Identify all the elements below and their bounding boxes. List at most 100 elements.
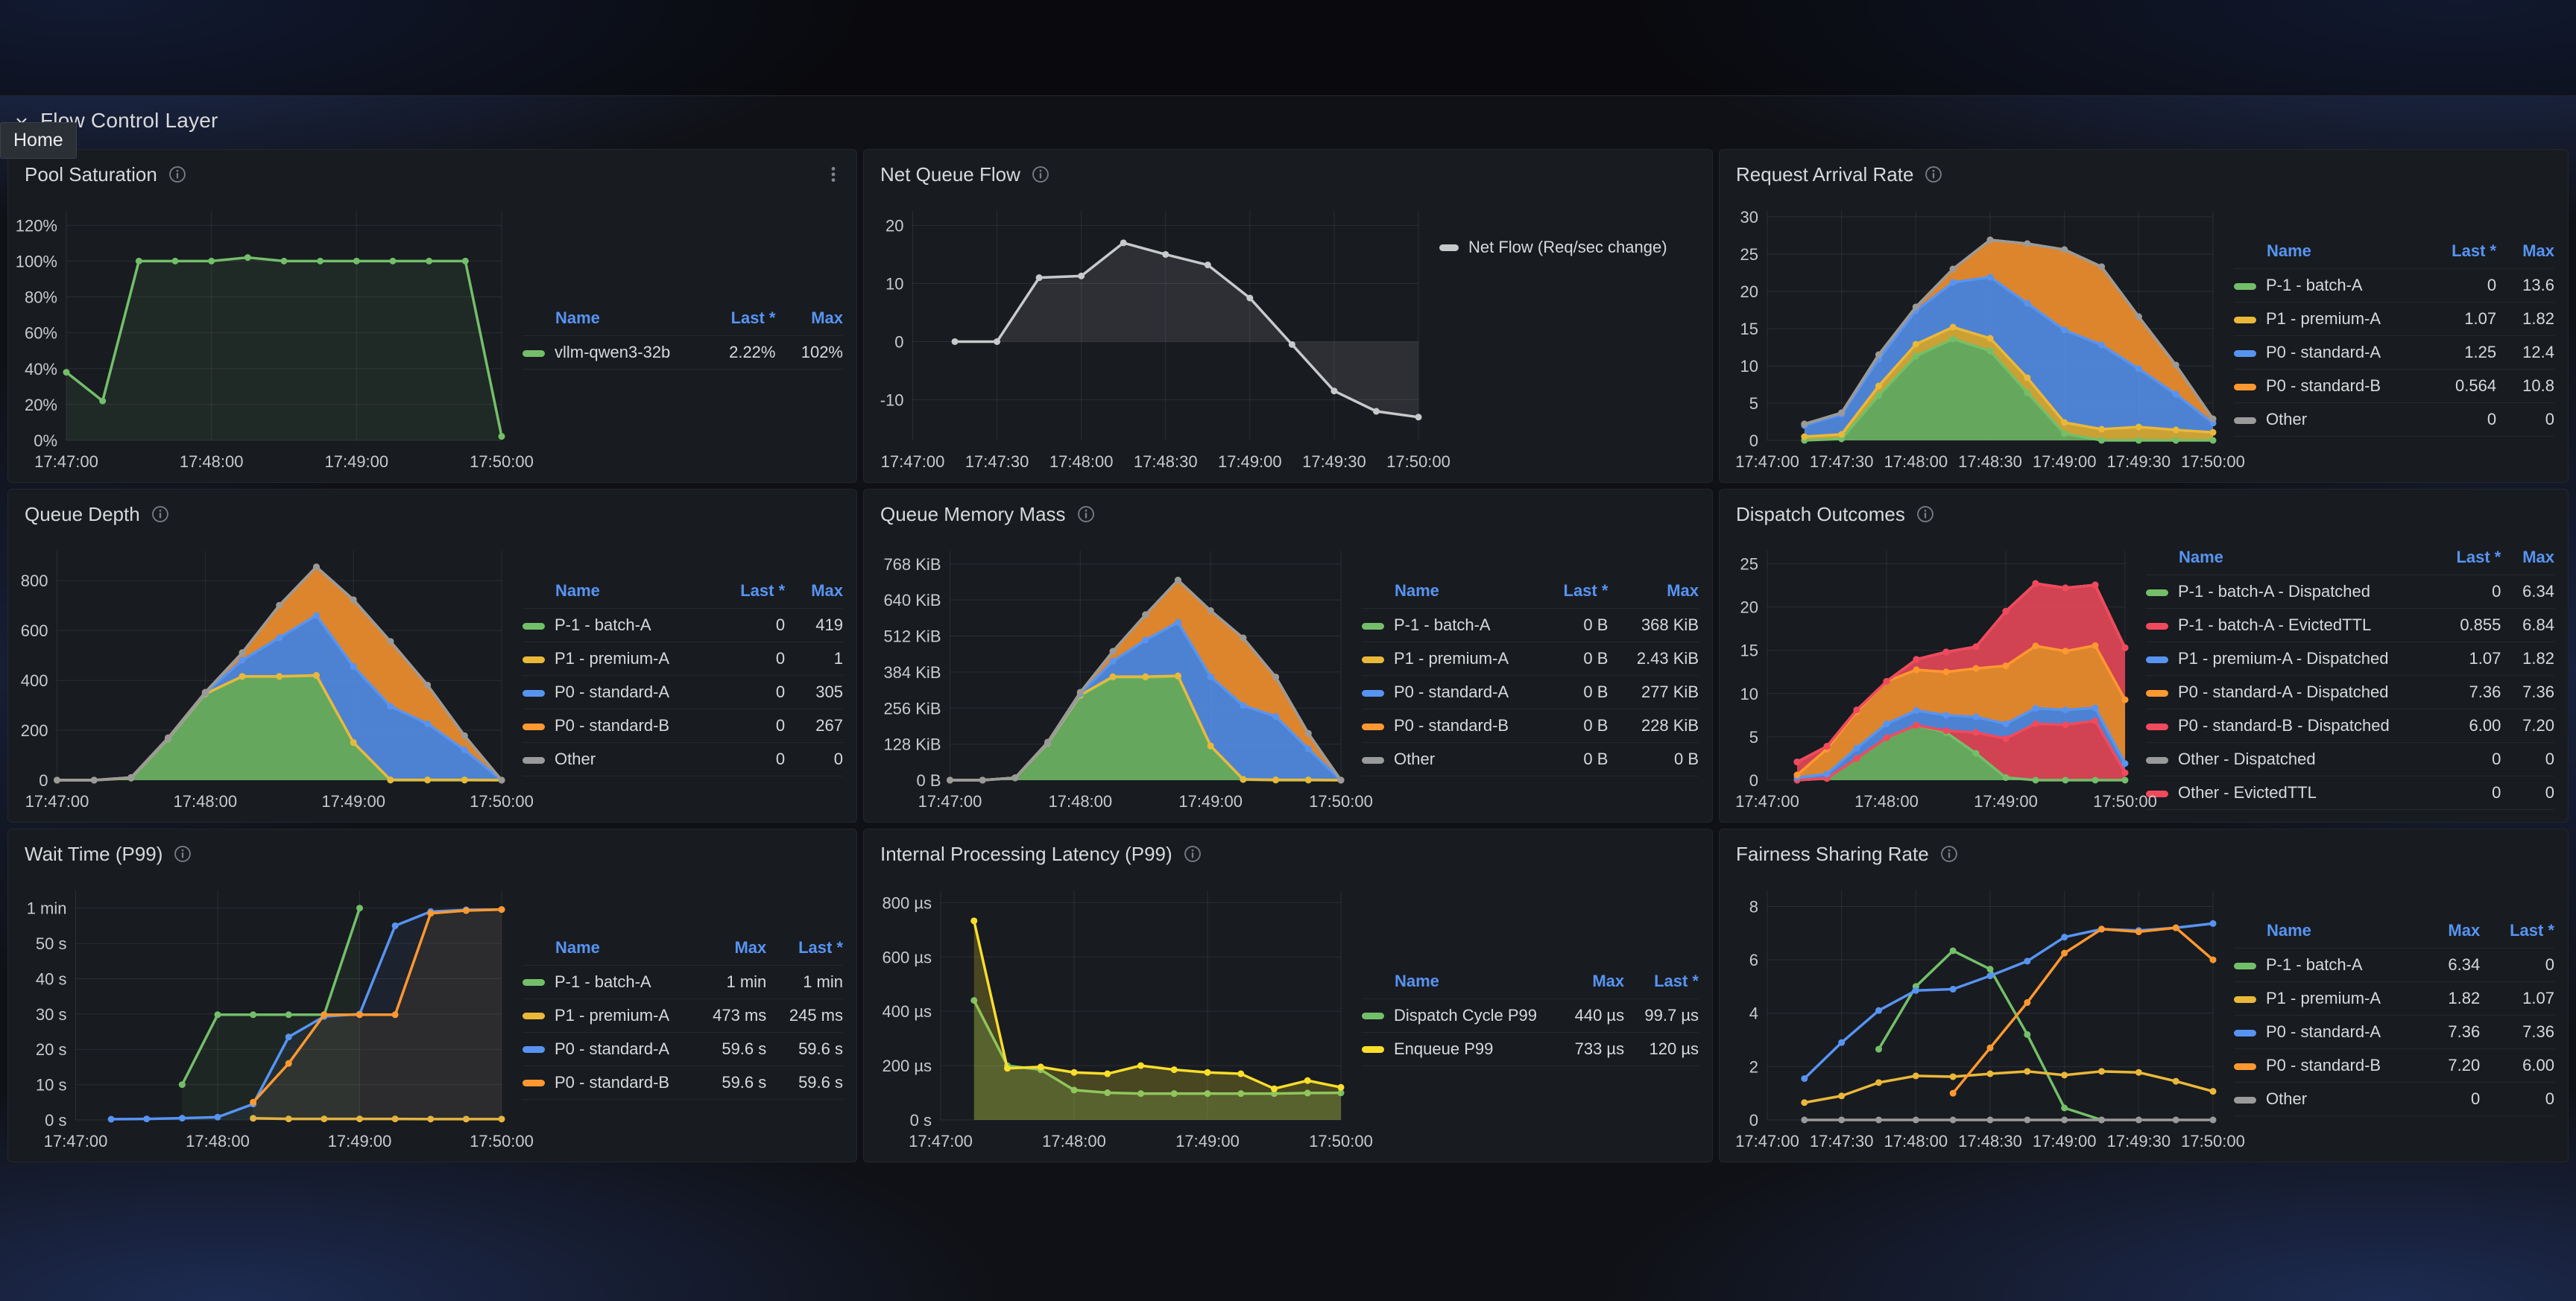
legend-row[interactable]: P0 - standard-B - Dispatched6.007.20 (2146, 709, 2554, 743)
legend-row[interactable]: P-1 - batch-A1 min1 min (523, 965, 843, 998)
legend-row[interactable]: Other00 (2234, 403, 2554, 437)
legend-col-last[interactable]: Last * (1538, 578, 1609, 609)
legend-row[interactable]: P-1 - batch-A0 B368 KiB (1362, 609, 1699, 642)
legend-row[interactable]: P-1 - batch-A013.6 (2234, 269, 2554, 303)
legend-row[interactable]: Enqueue P99733 µs120 µs (1362, 1032, 1699, 1066)
legend-item[interactable]: Net Flow (Req/sec change) (1439, 238, 1667, 257)
legend-table: NameMaxLast *Dispatch Cycle P99440 µs99.… (1362, 969, 1699, 1066)
panel-title[interactable]: Internal Processing Latency (P99) (880, 843, 1172, 866)
legend-row[interactable]: P0 - standard-A1.2512.4 (2234, 336, 2554, 370)
series-color-chip (523, 690, 545, 697)
info-icon[interactable] (1031, 165, 1050, 184)
legend-col-name[interactable]: Name (2234, 238, 2422, 269)
legend-col-name[interactable]: Name (523, 935, 690, 966)
legend-col-last[interactable]: Last * (766, 935, 843, 966)
legend-row[interactable]: P1 - premium-A - Dispatched1.071.82 (2146, 642, 2554, 676)
legend-col-last[interactable]: Last * (2422, 238, 2496, 269)
panel-title[interactable]: Dispatch Outcomes (1736, 503, 1905, 526)
legend-col-max[interactable]: Max (690, 935, 767, 966)
legend-col-last[interactable]: Last * (710, 578, 785, 609)
info-icon[interactable] (168, 165, 187, 184)
legend-col-last[interactable]: Last * (2480, 918, 2554, 949)
home-breadcrumb-tooltip[interactable]: Home (0, 122, 77, 159)
legend-col-last[interactable]: Last * (703, 306, 776, 336)
legend-row[interactable]: Other - Dispatched00 (2146, 743, 2554, 776)
legend-col-name[interactable]: Name (523, 578, 710, 609)
series-value: 305 (785, 676, 843, 709)
legend-row[interactable]: Dispatch Cycle P99440 µs99.7 µs (1362, 998, 1699, 1032)
legend-row[interactable]: P0 - standard-A59.6 s59.6 s (523, 1032, 843, 1066)
chart-dispatch-outcomes[interactable]: 051015202517:47:0017:48:0017:49:0017:50:… (1724, 539, 2137, 816)
panel-title[interactable]: Wait Time (P99) (25, 843, 162, 866)
legend-row[interactable]: Other0 B0 B (1362, 743, 1699, 776)
legend-col-max[interactable]: Max (2496, 238, 2554, 269)
legend-row[interactable]: P1 - premium-A1.071.82 (2234, 303, 2554, 336)
legend-row[interactable]: P1 - premium-A1.821.07 (2234, 982, 2554, 1016)
legend-row[interactable]: Other - EvictedTTL00 (2146, 776, 2554, 810)
panel-title[interactable]: Queue Memory Mass (880, 503, 1066, 526)
chart-request-arrival-rate[interactable]: 05101520253017:47:0017:47:3017:48:0017:4… (1724, 199, 2225, 476)
chart-queue-depth[interactable]: 020040060080017:47:0017:48:0017:49:0017:… (13, 539, 514, 816)
info-icon[interactable] (151, 504, 170, 524)
info-icon[interactable] (1076, 504, 1096, 524)
info-icon[interactable] (1939, 844, 1959, 864)
panel-title[interactable]: Request Arrival Rate (1736, 163, 1913, 186)
chart-pool-saturation[interactable]: 0%20%40%60%80%100%120%17:47:0017:48:0017… (13, 199, 514, 476)
legend-col-name[interactable]: Name (523, 306, 703, 336)
info-icon[interactable] (1924, 165, 1943, 184)
legend-col-max[interactable]: Max (775, 306, 843, 336)
series-value: 0 B (1538, 642, 1609, 676)
legend-col-name[interactable]: Name (2234, 918, 2422, 949)
legend-col-last[interactable]: Last * (2433, 545, 2501, 575)
legend-col-name[interactable]: Name (2146, 545, 2433, 575)
legend-row[interactable]: P-1 - batch-A6.340 (2234, 949, 2554, 982)
legend-row[interactable]: P0 - standard-A0305 (523, 676, 843, 709)
svg-text:10: 10 (1740, 357, 1758, 376)
legend-row[interactable]: P1 - premium-A473 ms245 ms (523, 998, 843, 1032)
legend-col-max[interactable]: Max (2501, 545, 2554, 575)
panel-title[interactable]: Fairness Sharing Rate (1736, 843, 1929, 866)
legend-row[interactable]: P-1 - batch-A - EvictedTTL0.8556.84 (2146, 609, 2554, 642)
legend-row[interactable]: P-1 - batch-A - Dispatched06.34 (2146, 575, 2554, 609)
legend-col-max[interactable]: Max (2422, 918, 2480, 949)
chart-wait-time-p99[interactable]: 0 s10 s20 s30 s40 s50 s1 min17:47:0017:4… (13, 879, 514, 1156)
legend-row[interactable]: Other00 (523, 743, 843, 776)
series-name: P0 - standard-A (555, 1039, 669, 1058)
legend-row[interactable]: Other00 (2234, 1083, 2554, 1116)
legend-col-max[interactable]: Max (785, 578, 843, 609)
chart-internal-processing-latency[interactable]: 0 s200 µs400 µs600 µs800 µs17:47:0017:48… (868, 879, 1353, 1156)
chart-net-queue-flow[interactable]: -100102017:47:0017:47:3017:48:0017:48:30… (868, 199, 1430, 476)
svg-text:17:49:00: 17:49:00 (1218, 452, 1282, 471)
legend-row[interactable]: P-1 - batch-A0419 (523, 609, 843, 642)
info-icon[interactable] (173, 844, 192, 864)
panel-menu-icon[interactable] (824, 165, 843, 184)
legend-row[interactable]: P0 - standard-A0 B277 KiB (1362, 676, 1699, 709)
panel-title[interactable]: Queue Depth (25, 503, 140, 526)
legend-row[interactable]: vllm-qwen3-32b2.22%102% (523, 336, 843, 370)
series-color-chip (2146, 623, 2168, 630)
svg-text:0 B: 0 B (916, 771, 941, 790)
legend-row[interactable]: P0 - standard-A7.367.36 (2234, 1016, 2554, 1049)
info-icon[interactable] (1916, 504, 1935, 524)
legend-col-name[interactable]: Name (1362, 578, 1538, 609)
chart-fairness-sharing-rate[interactable]: 0246817:47:0017:47:3017:48:0017:48:3017:… (1724, 879, 2225, 1156)
svg-text:17:47:00: 17:47:00 (25, 792, 89, 811)
legend-row[interactable]: P0 - standard-B0.56410.8 (2234, 370, 2554, 403)
legend-row[interactable]: P0 - standard-B7.206.00 (2234, 1049, 2554, 1083)
legend-col-name[interactable]: Name (1362, 969, 1555, 999)
legend-table: NameMaxLast *P-1 - batch-A1 min1 minP1 -… (523, 935, 843, 1100)
panel-title[interactable]: Pool Saturation (25, 163, 157, 186)
legend-row[interactable]: P1 - premium-A0 B2.43 KiB (1362, 642, 1699, 676)
legend-row[interactable]: P0 - standard-B0 B228 KiB (1362, 709, 1699, 743)
legend-row[interactable]: P1 - premium-A01 (523, 642, 843, 676)
legend-col-last[interactable]: Last * (1624, 969, 1699, 999)
legend-row[interactable]: P0 - standard-B59.6 s59.6 s (523, 1066, 843, 1099)
legend-row[interactable]: P0 - standard-B0267 (523, 709, 843, 743)
legend-col-max[interactable]: Max (1555, 969, 1624, 999)
info-icon[interactable] (1183, 844, 1202, 864)
series-color-chip (2234, 996, 2256, 1003)
legend-row[interactable]: P0 - standard-A - Dispatched7.367.36 (2146, 676, 2554, 709)
legend-col-max[interactable]: Max (1608, 578, 1699, 609)
panel-title[interactable]: Net Queue Flow (880, 163, 1020, 186)
chart-queue-memory-mass[interactable]: 0 B128 KiB256 KiB384 KiB512 KiB640 KiB76… (868, 539, 1353, 816)
